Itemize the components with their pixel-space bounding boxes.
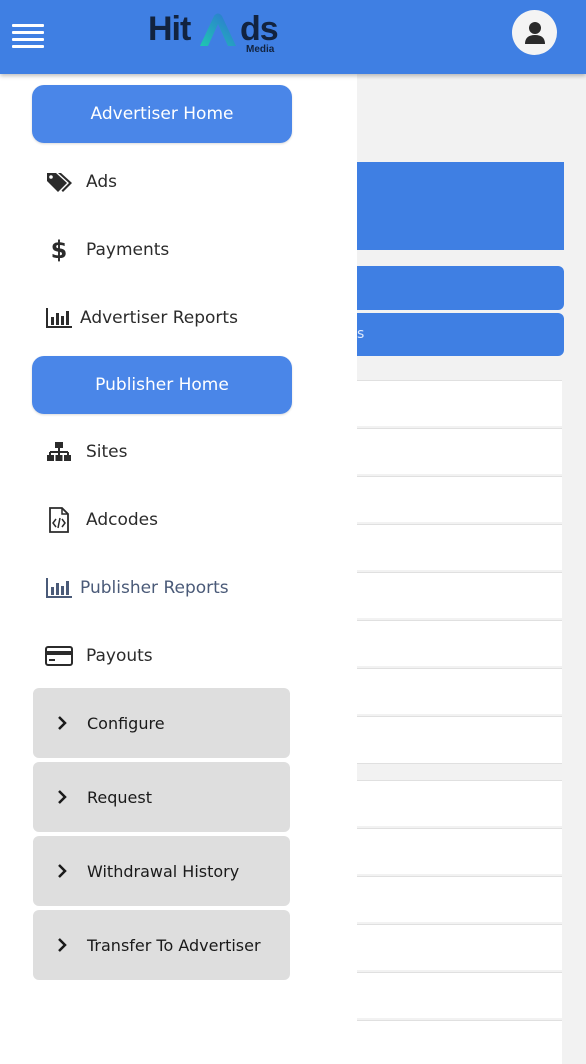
nav-item-ads[interactable]: Ads (44, 164, 117, 200)
code-file-icon (44, 507, 74, 533)
user-avatar-button[interactable] (512, 10, 557, 55)
nav-item-label: Sites (86, 442, 128, 462)
hitads-logo[interactable]: Hit ds Media (148, 8, 288, 58)
nav-item-label: Publisher Reports (80, 578, 229, 598)
background-button[interactable] (357, 266, 564, 310)
credit-card-icon (44, 643, 74, 669)
submenu-item-withdrawal-history[interactable]: Withdrawal History (33, 836, 290, 906)
table-row (357, 972, 562, 1018)
table-row (357, 876, 562, 922)
submenu-item-label: Request (87, 787, 152, 807)
bar-chart-icon (44, 575, 74, 601)
logo-a-mark-icon (200, 13, 236, 46)
table-row (357, 668, 562, 714)
table-row (357, 380, 562, 426)
sitemap-icon (44, 439, 74, 465)
submenu-item-label: Transfer To Advertiser (87, 935, 261, 955)
nav-item-adcodes[interactable]: Adcodes (44, 502, 158, 538)
logo-text-left: Hit (148, 10, 191, 48)
nav-item-label: Advertiser Reports (80, 308, 238, 328)
table-row (357, 620, 562, 666)
table-row (357, 924, 562, 970)
chevron-right-icon (57, 789, 77, 805)
nav-item-label: Payouts (86, 646, 153, 666)
nav-item-label: Ads (86, 172, 117, 192)
bar-chart-icon (44, 305, 74, 331)
table-row (357, 716, 562, 764)
submenu-item-configure[interactable]: Configure (33, 688, 290, 758)
nav-item-payments[interactable]: $ Payments (44, 232, 170, 268)
nav-item-sites[interactable]: Sites (44, 434, 128, 470)
advertiser-home-button[interactable]: Advertiser Home (32, 85, 292, 143)
chevron-right-icon (57, 863, 77, 879)
submenu-item-transfer-to-advertiser[interactable]: Transfer To Advertiser (33, 910, 290, 980)
publisher-home-button[interactable]: Publisher Home (32, 356, 292, 414)
nav-item-label: Adcodes (86, 510, 158, 530)
submenu-item-label: Withdrawal History (87, 861, 240, 881)
background-partial-text: s (357, 326, 365, 342)
navigation-drawer: Advertiser Home Ads $ Payments Advertise… (0, 74, 357, 1064)
nav-item-advertiser-reports[interactable]: Advertiser Reports (44, 300, 238, 336)
table-row (357, 780, 562, 826)
table-row (357, 828, 562, 874)
table-row (357, 524, 562, 570)
background-banner (357, 162, 564, 250)
dollar-icon: $ (50, 236, 68, 264)
table-row (357, 1020, 562, 1064)
table-row (357, 572, 562, 618)
nav-item-publisher-reports[interactable]: Publisher Reports (44, 570, 229, 606)
logo-subtitle: Media (246, 44, 275, 55)
tags-icon (44, 169, 74, 195)
top-app-bar: Hit ds Media (0, 0, 586, 74)
background-button[interactable] (357, 313, 564, 356)
chevron-right-icon (57, 937, 77, 953)
menu-icon[interactable] (12, 24, 44, 48)
submenu-item-label: Configure (87, 713, 165, 733)
nav-item-payouts[interactable]: Payouts (44, 638, 153, 674)
submenu-item-request[interactable]: Request (33, 762, 290, 832)
nav-item-label: Payments (86, 240, 170, 260)
table-row (357, 428, 562, 474)
table-row (357, 476, 562, 522)
user-icon (524, 21, 545, 44)
chevron-right-icon (57, 715, 77, 731)
